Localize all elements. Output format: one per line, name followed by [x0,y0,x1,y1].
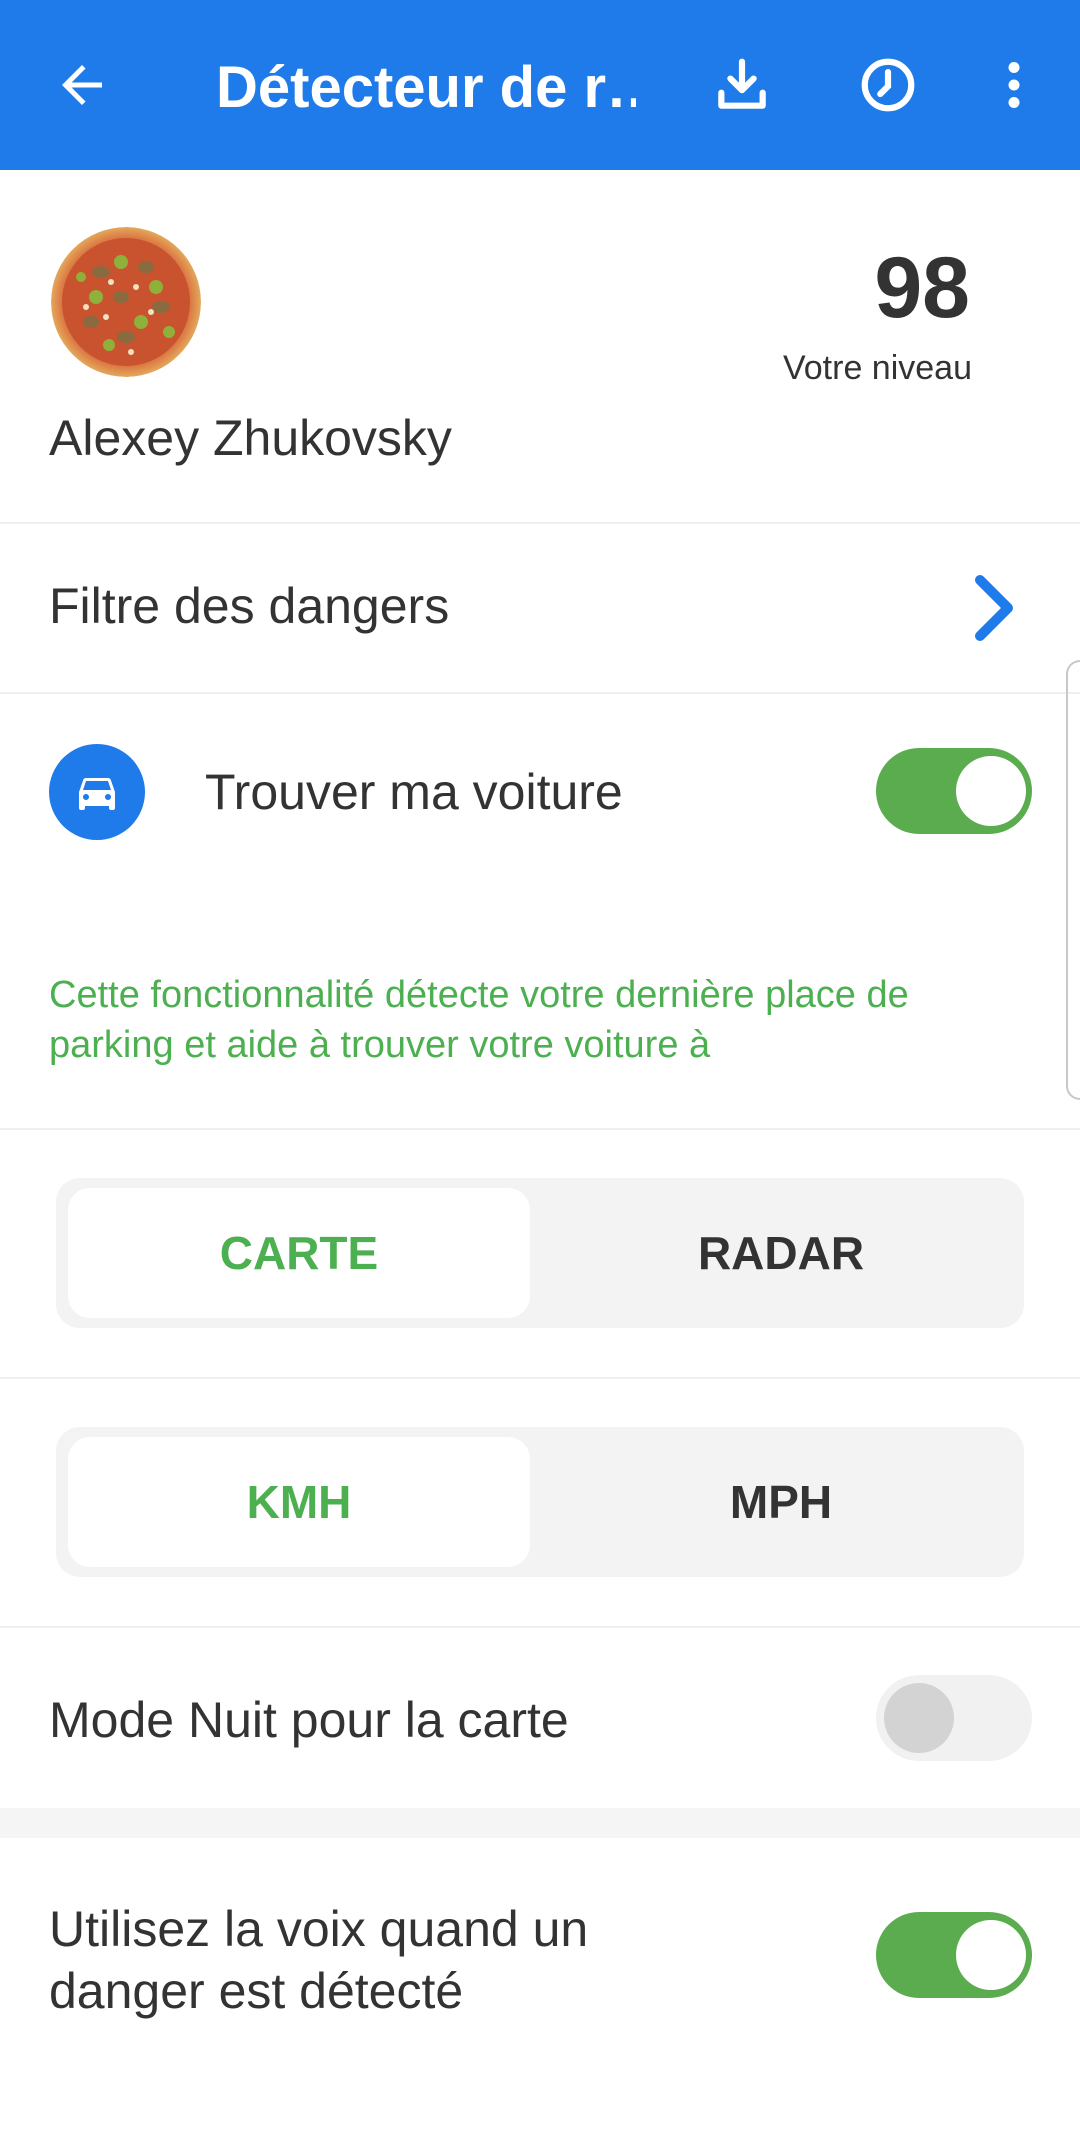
car-icon [49,744,145,840]
scrollbar[interactable] [1066,660,1080,1100]
toggle-knob [884,1683,954,1753]
view-mode-carte-button[interactable]: CARTE [68,1188,530,1318]
avatar[interactable] [51,227,201,377]
toggle-knob [956,756,1026,826]
find-car-label: Trouver ma voiture [205,764,623,820]
voice-alert-row: Utilisez la voix quand un danger est dét… [0,1838,1080,2150]
speed-unit-mph-button[interactable]: MPH [550,1437,1012,1567]
find-car-toggle[interactable] [876,748,1032,834]
hazard-filter-row[interactable]: Filtre des dangers [0,524,1080,692]
profile-header: Alexey Zhukovsky 98 Votre niveau [0,170,1080,522]
divider [0,1377,1080,1379]
divider [0,1128,1080,1130]
view-mode-radar-button[interactable]: RADAR [550,1188,1012,1318]
voice-alert-label: Utilisez la voix quand un danger est dét… [49,1901,589,2019]
voice-alert-toggle[interactable] [876,1912,1032,1998]
night-mode-label: Mode Nuit pour la carte [49,1692,569,1748]
clock-icon[interactable] [848,45,928,125]
user-name: Alexey Zhukovsky [49,410,452,466]
screen-title: Détecteur de r… [216,55,636,120]
speed-unit-kmh-button[interactable]: KMH [68,1437,530,1567]
find-car-description: Cette fonctionnalité détecte votre derni… [49,974,909,1066]
back-arrow-icon[interactable] [42,45,122,125]
night-mode-toggle[interactable] [876,1675,1032,1761]
level-label: Votre niveau [782,349,972,387]
speed-unit-selector: KMH MPH [56,1427,1024,1577]
more-vert-icon[interactable] [974,45,1054,125]
find-car-row: Trouver ma voiture Cette fonctionnalité … [0,694,1080,1128]
download-icon[interactable] [702,45,782,125]
night-mode-row: Mode Nuit pour la carte [0,1628,1080,1808]
level-value: 98 [874,240,970,336]
section-separator [0,1808,1080,1838]
hazard-filter-label: Filtre des dangers [49,578,450,634]
view-mode-selector: CARTE RADAR [56,1178,1024,1328]
app-bar: Détecteur de r… [0,0,1080,170]
chevron-right-icon [966,574,1022,647]
toggle-knob [956,1920,1026,1990]
